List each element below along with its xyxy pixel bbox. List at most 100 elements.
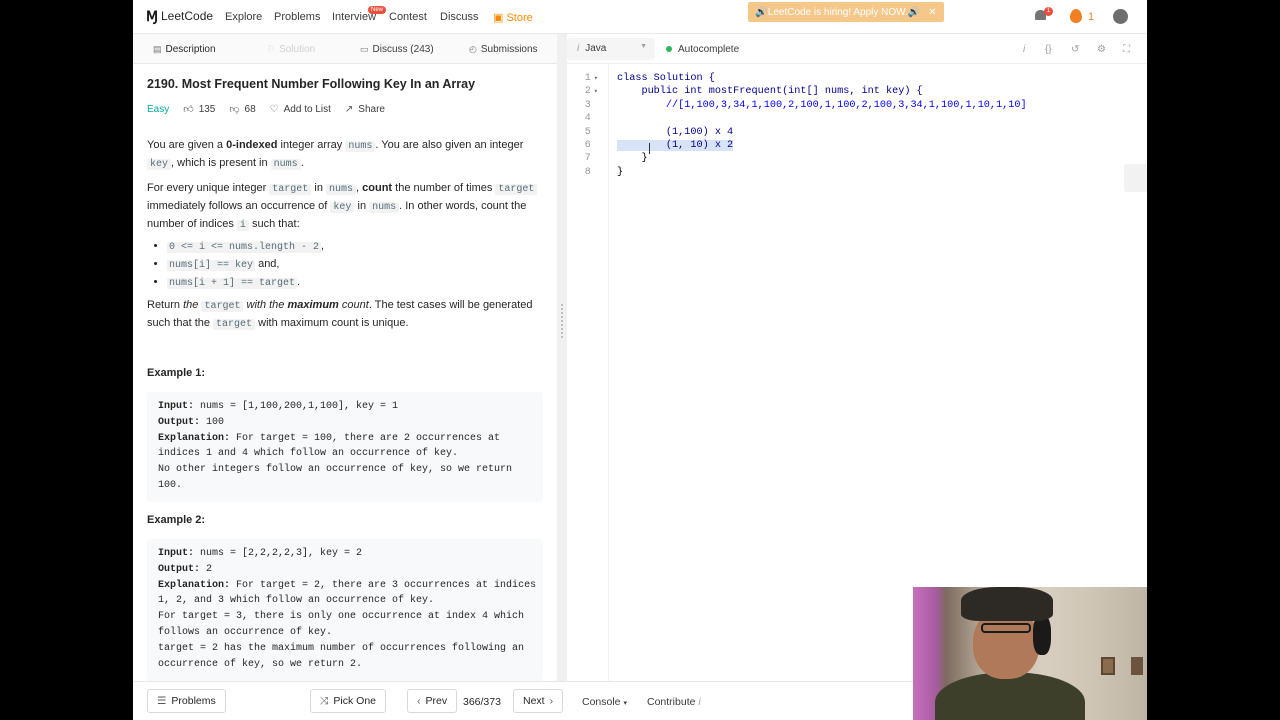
autocomplete-toggle[interactable]: Autocomplete — [666, 44, 739, 55]
code-line[interactable]: class Solution { — [617, 72, 1027, 85]
info-icon: i — [577, 43, 580, 54]
autocomplete-label: Autocomplete — [678, 44, 740, 55]
list-item: 0 <= i <= nums.length - 2, — [167, 238, 324, 256]
pick-one-button[interactable]: ⤨ Pick One — [310, 689, 387, 713]
leetcode-window: Ɱ LeetCode Explore Problems Interview Ne… — [133, 0, 1147, 720]
leetcode-logo[interactable]: Ɱ LeetCode — [146, 9, 213, 23]
drag-handle-icon[interactable] — [561, 304, 563, 338]
next-button[interactable]: Next › — [513, 689, 564, 713]
share-label: Share — [358, 103, 385, 115]
example-2-block: Input: nums = [2,2,2,2,3], key = 2 Outpu… — [147, 539, 543, 681]
fold-icon[interactable]: ▾ — [594, 88, 598, 96]
code-line[interactable] — [617, 112, 1027, 125]
problem-counter: 366/373 — [463, 696, 501, 708]
panel-splitter[interactable] — [557, 34, 567, 681]
thumbs-down-icon: 👎︎ — [229, 104, 240, 115]
code-line[interactable]: } — [617, 166, 1027, 179]
chevron-right-icon: › — [549, 695, 554, 707]
presenter-hat — [961, 587, 1053, 621]
console-button[interactable]: Console ▾ — [582, 696, 627, 708]
discuss-icon: ▭ — [360, 44, 369, 54]
hiring-banner[interactable]: 🔊LeetCode is hiring! Apply NOW.🔊 ✕ — [748, 2, 944, 22]
like-button[interactable]: 👍︎ 135 — [183, 103, 216, 116]
code-line[interactable]: (1,100) x 4 — [617, 126, 1027, 139]
description-icon: ▤ — [153, 44, 162, 54]
braces-icon[interactable]: {} — [1045, 44, 1052, 55]
line-number: 1 ▾ — [584, 73, 598, 84]
code-line[interactable]: public int mostFrequent(int[] nums, int … — [617, 85, 1027, 98]
tab-submissions-label: Submissions — [480, 44, 538, 55]
leetcode-logo-icon: Ɱ — [146, 8, 159, 24]
top-nav: Ɱ LeetCode Explore Problems Interview Ne… — [133, 0, 1147, 34]
console-label: Console — [582, 696, 621, 708]
add-to-list-label: Add to List — [283, 103, 331, 115]
new-badge: New — [368, 6, 387, 14]
problem-title: 2190. Most Frequent Number Following Key… — [147, 77, 476, 91]
streak-count: 1 — [1088, 11, 1095, 23]
streak-fire-icon[interactable] — [1070, 9, 1082, 23]
dislikes-count: 68 — [244, 103, 256, 115]
editor-toolbar: i Java ▼ Autocomplete i {} ↺ ⚙ ⛶ — [567, 34, 1147, 64]
chevron-down-icon: ▾ — [623, 700, 627, 707]
contribute-button[interactable]: Contribute i — [647, 696, 701, 708]
prev-button[interactable]: ‹ Prev — [407, 689, 458, 713]
tab-solution-label: Solution — [279, 44, 316, 55]
list-icon: ☰ — [157, 695, 167, 707]
wall-picture — [1101, 657, 1115, 675]
problem-meta: Easy 👍︎ 135 👎︎ 68 ♡ Add to List ↗ Share — [147, 103, 399, 116]
add-to-list-button[interactable]: ♡ Add to List — [270, 104, 331, 115]
list-item: nums[i + 1] == target. — [167, 274, 324, 292]
code-line[interactable]: (1, 10) x 2 — [617, 139, 1027, 152]
nav-problems[interactable]: Problems — [274, 11, 320, 23]
fullscreen-icon[interactable]: ⛶ — [1123, 44, 1130, 55]
code-line[interactable]: } — [617, 152, 1027, 165]
example-2-heading: Example 2: — [147, 514, 206, 526]
prev-label: Prev — [425, 695, 448, 707]
settings-icon[interactable]: ⚙ — [1097, 44, 1106, 55]
tab-description[interactable]: ▤ Description — [153, 44, 216, 55]
nav-store[interactable]: ▣ Store — [493, 11, 533, 24]
fold-icon[interactable]: ▾ — [594, 75, 598, 83]
line-number: 5▾ — [584, 126, 591, 138]
tab-solution[interactable]: ⚐ Solution — [267, 44, 315, 55]
info-icon[interactable]: i — [1023, 44, 1025, 55]
tab-description-label: Description — [165, 44, 216, 55]
heart-icon: ♡ — [269, 103, 279, 115]
solution-icon: ⚐ — [267, 44, 276, 54]
problems-button[interactable]: ☰ Problems — [147, 689, 226, 713]
close-icon[interactable]: ✕ — [928, 7, 936, 18]
user-avatar-icon[interactable] — [1113, 9, 1128, 24]
nav-discuss[interactable]: Discuss — [440, 11, 479, 23]
tab-submissions[interactable]: ◴ Submissions — [469, 44, 538, 55]
example-1-heading: Example 1: — [147, 367, 206, 379]
problem-tabs: ▤ Description ⚐ Solution ▭ Discuss (243) ◴ S… — [133, 34, 557, 64]
line-number: 8▾ — [584, 166, 591, 178]
dislike-button[interactable]: 👎︎ 68 — [229, 103, 256, 116]
reset-icon[interactable]: ↺ — [1071, 44, 1079, 55]
nav-explore[interactable]: Explore — [225, 11, 262, 23]
language-select[interactable]: i Java ▼ — [567, 38, 655, 60]
share-button[interactable]: ↗ Share — [345, 104, 385, 115]
line-number: 3▾ — [584, 99, 591, 111]
line-numbers: 1▾ 2▾ 3▾ 4▾ 5▾ 6▾ 7▾ 8▾ — [567, 72, 607, 179]
side-panel-tab[interactable] — [1124, 164, 1147, 192]
description-paragraph-2: For every unique integer target in nums,… — [147, 180, 547, 234]
presenter-glasses — [981, 623, 1031, 633]
next-label: Next — [523, 695, 545, 707]
thumbs-up-icon: 👍︎ — [183, 104, 194, 115]
nav-contest[interactable]: Contest — [389, 11, 427, 23]
line-number: 4▾ — [584, 113, 591, 125]
share-icon: ↗ — [344, 103, 354, 115]
likes-count: 135 — [198, 103, 216, 115]
chevron-down-icon: ▼ — [640, 43, 647, 50]
tab-discuss[interactable]: ▭ Discuss (243) — [360, 44, 434, 55]
status-dot-icon — [666, 46, 672, 52]
code-line[interactable]: //[1,100,3,34,1,100,2,100,1,100,2,100,3,… — [617, 99, 1027, 112]
code-lines[interactable]: class Solution { public int mostFrequent… — [617, 72, 1027, 179]
shuffle-icon: ⤨ — [320, 694, 329, 707]
example-1-block: Input: nums = [1,100,200,1,100], key = 1… — [147, 392, 543, 502]
description-paragraph-1: You are given a 0-indexed integer array … — [147, 139, 524, 170]
line-number: 7▾ — [584, 153, 591, 165]
description-paragraph-3: Return the target with the maximum count… — [147, 299, 533, 330]
store-label: Store — [506, 12, 533, 24]
